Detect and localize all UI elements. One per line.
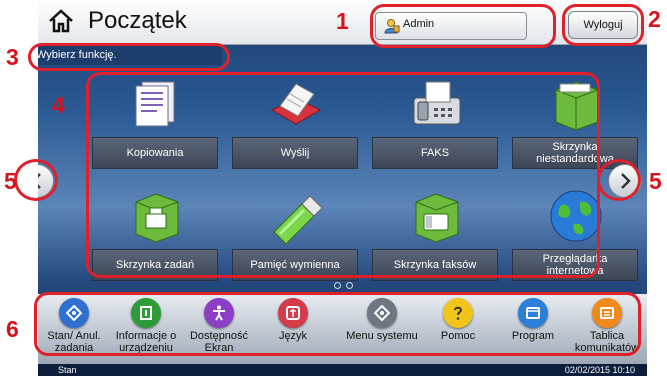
callout-number-5-left: 5 bbox=[4, 168, 17, 194]
page-dot-1 bbox=[334, 282, 341, 289]
callout-frame-functions bbox=[86, 72, 600, 278]
callout-frame-logout bbox=[562, 4, 644, 46]
callout-frame-message bbox=[28, 43, 230, 71]
callout-number-1: 1 bbox=[336, 8, 349, 34]
status-bar-label: Stan bbox=[58, 365, 77, 375]
page-indicator bbox=[334, 282, 364, 290]
callout-number-4: 4 bbox=[52, 92, 65, 118]
home-icon[interactable] bbox=[48, 8, 74, 34]
callout-number-5-right: 5 bbox=[649, 168, 662, 194]
status-datetime: 02/02/2015 10:10 bbox=[564, 365, 635, 375]
callout-frame-user bbox=[370, 4, 556, 48]
callout-frame-next bbox=[597, 159, 641, 201]
callout-number-3: 3 bbox=[6, 44, 19, 70]
callout-number-6: 6 bbox=[6, 316, 19, 342]
callout-number-2: 2 bbox=[648, 6, 661, 32]
callout-frame-prev bbox=[14, 159, 58, 201]
page-dot-2 bbox=[346, 282, 353, 289]
status-bar[interactable] bbox=[38, 364, 647, 376]
callout-frame-system-bar bbox=[34, 292, 641, 356]
page-title: Początek bbox=[88, 7, 187, 34]
